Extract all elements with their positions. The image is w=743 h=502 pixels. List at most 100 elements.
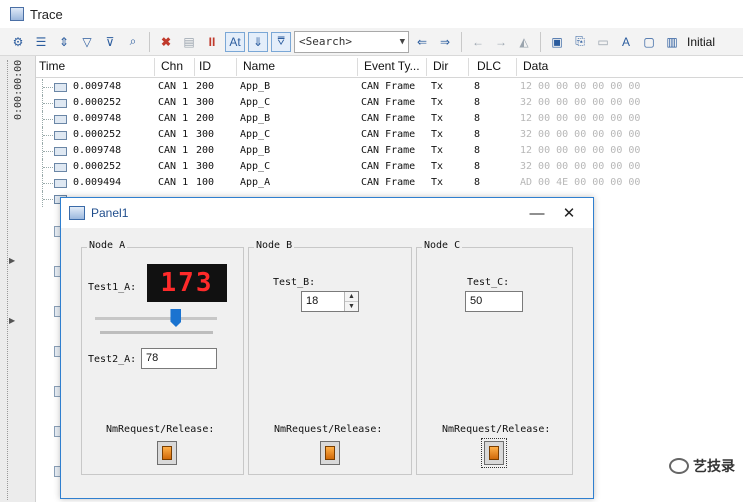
cell-dlc: 8 bbox=[474, 177, 481, 188]
table-row[interactable]: 0.000252 CAN 1 300 App_C CAN Frame Tx 8 … bbox=[36, 159, 743, 175]
toolbar-separator bbox=[149, 31, 150, 52]
nm-request-switch[interactable] bbox=[320, 441, 340, 465]
switch-lever-icon bbox=[489, 446, 499, 460]
col-time[interactable]: Time bbox=[39, 59, 65, 73]
expand-icon[interactable]: ⇕ bbox=[54, 32, 74, 52]
col-id[interactable]: ID bbox=[199, 59, 211, 73]
cell-dlc: 8 bbox=[474, 113, 481, 124]
col-data[interactable]: Data bbox=[523, 59, 548, 73]
col-chn[interactable]: Chn bbox=[161, 59, 183, 73]
cell-dlc: 8 bbox=[474, 161, 481, 172]
nm-request-label: NmRequest/Release: bbox=[442, 424, 551, 435]
chevron-down-icon[interactable]: ▼ bbox=[400, 37, 405, 47]
col-divider[interactable] bbox=[154, 58, 155, 76]
cell-name: App_B bbox=[240, 113, 271, 124]
cell-event: CAN Frame bbox=[361, 161, 416, 172]
close-button[interactable]: ✕ bbox=[555, 202, 583, 224]
gutter-arrow-icon[interactable]: ▶ bbox=[9, 256, 15, 265]
table-row[interactable]: 0.009494 CAN 1 100 App_A CAN Frame Tx 8 … bbox=[36, 175, 743, 191]
col-dlc[interactable]: DLC bbox=[477, 59, 501, 73]
table-row[interactable]: 0.009748 CAN 1 200 App_B CAN Frame Tx 8 … bbox=[36, 111, 743, 127]
test2-a-input[interactable]: 78 bbox=[141, 348, 217, 369]
timeline-strip[interactable] bbox=[7, 60, 10, 500]
col-name[interactable]: Name bbox=[243, 59, 275, 73]
test1-a-led-display: 173 bbox=[147, 264, 227, 302]
nm-request-label: NmRequest/Release: bbox=[274, 424, 383, 435]
delete-icon[interactable]: ✖ bbox=[156, 32, 176, 52]
spin-down-icon[interactable]: ▼ bbox=[345, 302, 358, 311]
table-row[interactable]: 0.009748 CAN 1 200 App_B CAN Frame Tx 8 … bbox=[36, 143, 743, 159]
col-divider[interactable] bbox=[357, 58, 358, 76]
search-prev-icon[interactable]: ⇐ bbox=[412, 32, 432, 52]
window-titlebar: Trace bbox=[0, 0, 743, 28]
scroll-mode-icon[interactable]: ⇓ bbox=[248, 31, 268, 52]
color-icon[interactable]: ▢ bbox=[639, 32, 659, 52]
absolute-time-button[interactable]: At bbox=[225, 31, 245, 52]
watermark: 艺技录 bbox=[669, 456, 735, 476]
filter-icon[interactable]: ▽ bbox=[77, 32, 97, 52]
binoculars-icon[interactable]: ⌕ bbox=[123, 32, 143, 52]
cell-event: CAN Frame bbox=[361, 97, 416, 108]
message-icon bbox=[54, 115, 67, 124]
nm-request-switch[interactable] bbox=[157, 441, 177, 465]
col-divider[interactable] bbox=[194, 58, 195, 76]
cell-dlc: 8 bbox=[474, 129, 481, 140]
panel1-window: Panel1 — ✕ Node A Test1_A: 173 Test2_A: … bbox=[60, 197, 594, 499]
cell-time: 0.000252 bbox=[73, 129, 122, 140]
nm-request-label: NmRequest/Release: bbox=[106, 424, 215, 435]
test1-a-slider-thumb[interactable] bbox=[170, 309, 182, 327]
col-dir[interactable]: Dir bbox=[433, 59, 448, 73]
col-divider[interactable] bbox=[468, 58, 469, 76]
table-row[interactable]: 0.000252 CAN 1 300 App_C CAN Frame Tx 8 … bbox=[36, 127, 743, 143]
table-row[interactable]: 0.000252 CAN 1 300 App_C CAN Frame Tx 8 … bbox=[36, 95, 743, 111]
clear-icon[interactable]: ▤ bbox=[179, 32, 199, 52]
panel-titlebar[interactable]: Panel1 — ✕ bbox=[61, 198, 593, 228]
message-icon bbox=[54, 163, 67, 172]
spin-up-icon[interactable]: ▲ bbox=[345, 292, 358, 302]
cell-id: 200 bbox=[196, 145, 215, 156]
nav-back-icon[interactable]: ← bbox=[468, 32, 488, 52]
configure-icon[interactable]: ⚙ bbox=[8, 32, 28, 52]
col-event-type[interactable]: Event Ty... bbox=[364, 59, 420, 73]
view-icon[interactable]: ▭ bbox=[593, 32, 613, 52]
nav-forward-icon[interactable]: → bbox=[491, 32, 511, 52]
message-icon bbox=[54, 99, 67, 108]
panel-window-icon bbox=[69, 206, 85, 220]
filter-remove-icon[interactable]: ⊽ bbox=[100, 32, 120, 52]
initial-label[interactable]: Initial bbox=[687, 35, 715, 49]
col-divider[interactable] bbox=[516, 58, 517, 76]
node-b-label: Node B bbox=[254, 240, 295, 251]
export-icon[interactable]: ⎘ bbox=[570, 32, 590, 52]
test-b-spinner[interactable]: ▲ ▼ bbox=[344, 292, 358, 311]
table-row[interactable]: 0.009748 CAN 1 200 App_B CAN Frame Tx 8 … bbox=[36, 79, 743, 95]
cell-dir: Tx bbox=[431, 177, 444, 188]
nm-request-switch[interactable] bbox=[481, 438, 507, 468]
cell-data: 12 00 00 00 00 00 00 bbox=[520, 145, 641, 156]
font-size-icon[interactable]: A bbox=[616, 32, 636, 52]
test1-a-slider-track[interactable] bbox=[95, 317, 217, 320]
columns-icon[interactable]: ☰ bbox=[31, 32, 51, 52]
marker-icon[interactable]: ◭ bbox=[514, 32, 534, 52]
test-c-input[interactable]: 50 bbox=[465, 291, 523, 312]
minimize-button[interactable]: — bbox=[523, 202, 551, 224]
cell-name: App_C bbox=[240, 161, 271, 172]
search-combobox[interactable]: <Search> ▼ bbox=[294, 30, 409, 53]
cell-dlc: 8 bbox=[474, 145, 481, 156]
search-next-icon[interactable]: ⇒ bbox=[435, 32, 455, 52]
gutter-arrow-icon[interactable]: ▶ bbox=[9, 316, 15, 325]
pause-icon[interactable]: II bbox=[202, 32, 222, 52]
window-title: Trace bbox=[30, 6, 63, 22]
cell-time: 0.009748 bbox=[73, 81, 122, 92]
initial-icon[interactable]: ▥ bbox=[662, 32, 682, 52]
cell-time: 0.000252 bbox=[73, 97, 122, 108]
cell-chn: CAN 1 bbox=[158, 129, 189, 140]
col-divider[interactable] bbox=[236, 58, 237, 76]
cell-name: App_C bbox=[240, 97, 271, 108]
watermark-text: 艺技录 bbox=[693, 458, 735, 474]
col-divider[interactable] bbox=[426, 58, 427, 76]
node-a-group: Node A Test1_A: 173 Test2_A: 78 NmReques… bbox=[81, 240, 244, 475]
tree-connector bbox=[42, 143, 54, 159]
window-layout-icon[interactable]: ▣ bbox=[547, 32, 567, 52]
filter-mode-icon[interactable]: ⩢ bbox=[271, 31, 291, 52]
switch-lever-icon bbox=[325, 446, 335, 460]
